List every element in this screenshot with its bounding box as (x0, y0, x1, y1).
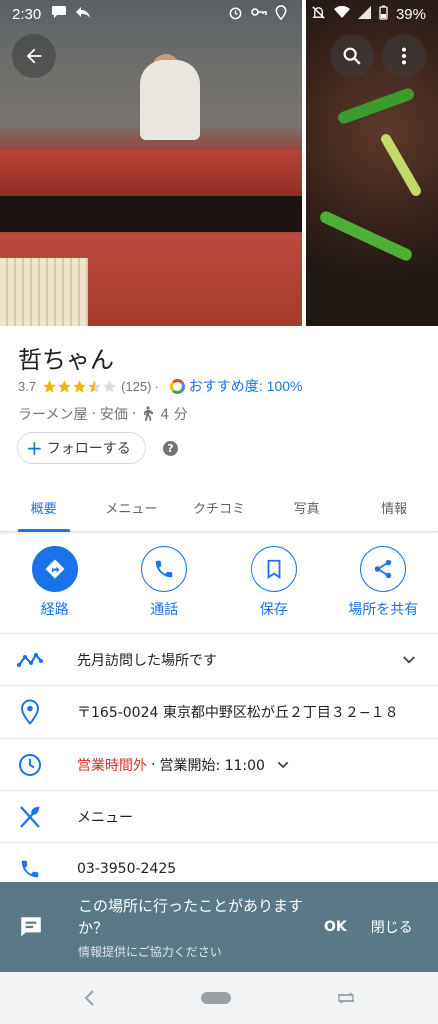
feedback-icon (21, 917, 41, 937)
wifi-icon (333, 5, 350, 23)
directions-label: 経路 (40, 602, 69, 618)
place-title: 哲ちゃん (18, 346, 114, 374)
phone-icon (156, 560, 173, 578)
recommend-label: おすすめ度: (188, 378, 263, 394)
recommend-value: 100% (266, 378, 303, 394)
star-icon (73, 379, 86, 392)
alarm-icon (228, 5, 243, 24)
status-bar: 2:30 39% (0, 0, 438, 28)
back-button[interactable] (12, 34, 56, 78)
address-text: 〒165-0024 東京都中野区松が丘２丁目３２−１８ (77, 704, 399, 721)
share-button[interactable]: 場所を共有 (329, 546, 438, 626)
share-icon (375, 559, 392, 579)
tab-info[interactable]: 情報 (350, 484, 438, 531)
visited-text: 先月訪問した場所です (77, 652, 217, 669)
save-button[interactable]: 保存 (219, 546, 329, 626)
timeline-icon (17, 652, 43, 667)
search-icon (343, 47, 361, 65)
rating-value: 3.7 (18, 378, 37, 394)
separator-dot: · (131, 406, 137, 422)
location-pin-icon (20, 698, 40, 725)
search-button[interactable] (330, 34, 374, 78)
follow-label: フォローする (46, 441, 131, 457)
key-icon (251, 6, 267, 22)
snackbar-close-button[interactable]: 閉じる (371, 917, 413, 937)
tab-bar: 概要 メニュー クチコミ 写真 情報 (0, 484, 438, 532)
more-options-button[interactable] (382, 34, 426, 78)
menu-row[interactable]: メニュー (0, 790, 438, 842)
save-label: 保存 (259, 602, 288, 618)
chevron-down-icon (277, 761, 289, 768)
walk-time: 4 分 (160, 407, 188, 423)
rating-stars (42, 379, 117, 394)
hours-closed-status: 営業時間外 (77, 757, 147, 774)
separator-dot: · (154, 378, 159, 394)
recommend-score[interactable]: おすすめ度: 100% (166, 376, 303, 396)
rating-row[interactable]: 3.7 (125) · おすすめ度: 100% (18, 376, 302, 396)
directions-button[interactable]: 経路 (0, 546, 110, 626)
message-icon (51, 5, 67, 23)
star-empty-icon (103, 379, 116, 392)
snackbar-subtitle: 情報提供にご協力ください (78, 944, 222, 959)
tab-menu[interactable]: メニュー (88, 484, 176, 531)
walking-icon (144, 406, 154, 421)
phone-icon (21, 860, 39, 877)
category-row: ラーメン屋 · 安価 · 4 分 (18, 404, 188, 424)
mute-icon (311, 5, 326, 24)
share-label: 場所を共有 (348, 602, 419, 618)
location-status-icon (275, 4, 287, 24)
phone-number: 03-3950-2425 (77, 860, 177, 877)
call-button[interactable]: 通話 (110, 546, 220, 626)
visited-row[interactable]: 先月訪問した場所です (0, 633, 438, 685)
tab-reviews[interactable]: クチコミ (175, 484, 263, 531)
star-icon (58, 379, 71, 392)
help-icon[interactable]: ? (163, 441, 178, 456)
arrow-left-icon (26, 48, 42, 64)
feedback-snackbar: この場所に行ったことがありますか？ 情報提供にご協力ください OK 閉じる (0, 882, 438, 972)
address-row[interactable]: 〒165-0024 東京都中野区松が丘２丁目３２−１８ (0, 685, 438, 737)
nav-back-icon[interactable] (82, 989, 96, 1007)
google-logo-icon (169, 378, 185, 394)
status-time: 2:30 (12, 5, 42, 23)
directions-icon (45, 559, 65, 579)
follow-button[interactable]: + フォローする (17, 432, 146, 464)
hours-open-time: 営業開始: 11:00 (159, 757, 265, 774)
reply-arrow-icon (75, 5, 91, 23)
snackbar-ok-button[interactable]: OK (324, 919, 347, 935)
snackbar-question: この場所に行ったことがありますか？ (78, 896, 304, 937)
bookmark-icon (267, 559, 281, 579)
tab-overview[interactable]: 概要 (0, 484, 88, 532)
restaurant-icon (20, 805, 40, 828)
clock-icon (19, 753, 41, 776)
price-label: 安価 (99, 407, 128, 423)
review-count: (125) (121, 378, 152, 394)
more-vert-icon (401, 47, 407, 65)
signal-icon (357, 5, 371, 23)
call-label: 通話 (150, 602, 179, 618)
star-icon (43, 379, 56, 392)
battery-icon (379, 5, 388, 24)
battery-percent: 39% (395, 5, 426, 23)
hours-row[interactable]: 営業時間外 · 営業開始: 11:00 (0, 738, 438, 790)
separator-dot: · (91, 406, 96, 422)
plus-icon: + (26, 436, 43, 460)
chevron-down-icon (403, 655, 415, 664)
home-pill[interactable] (201, 992, 231, 1004)
separator-dot: · (151, 756, 156, 773)
system-nav-bar (0, 972, 438, 1024)
star-half-icon (88, 379, 101, 392)
action-buttons: 経路 通話 保存 場所を共有 (0, 546, 438, 626)
app-root: 2:30 39% 哲ちゃん 3.7 (125) · おすすめ度: 100% ラー… (0, 0, 438, 1024)
menu-text: メニュー (77, 809, 133, 826)
help-glyph: ? (167, 442, 174, 455)
rotate-screen-icon[interactable] (336, 990, 356, 1006)
tab-photos[interactable]: 写真 (263, 484, 351, 531)
category-label: ラーメン屋 (18, 407, 88, 423)
